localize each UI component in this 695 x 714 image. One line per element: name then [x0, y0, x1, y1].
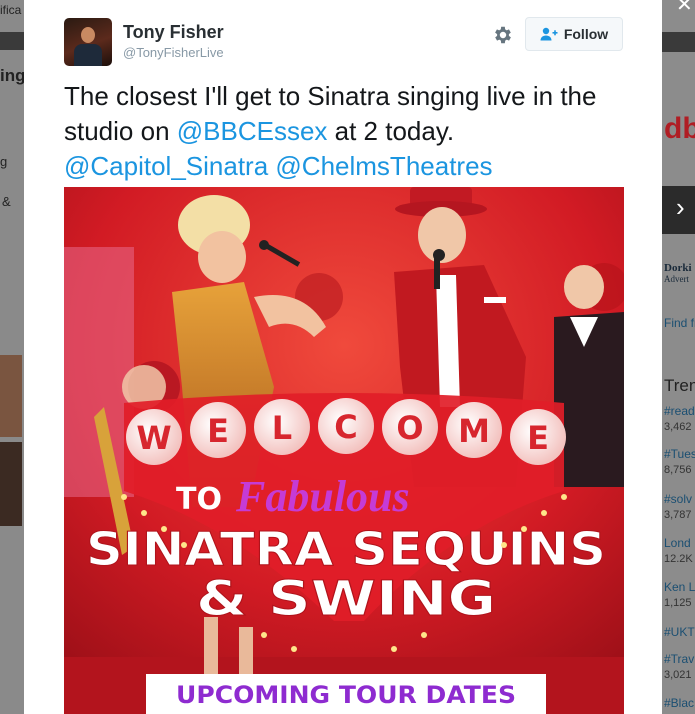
follow-label: Follow: [563, 26, 609, 42]
background-left-column: ifica ing g &: [0, 0, 24, 714]
bg-trend-count: 12.2K: [664, 553, 693, 565]
mention-link[interactable]: @ChelmsTheatres: [275, 151, 492, 181]
bg-trend-count: 3,462: [664, 421, 692, 433]
bg-promo-title: Dorki: [664, 262, 692, 274]
tweet-text: The closest I'll get to Sinatra singing …: [64, 79, 634, 184]
bg-thumbnail: [0, 442, 22, 526]
welcome-letter: W: [136, 419, 171, 457]
banner-upcoming-tour-dates: UPCOMING TOUR DATES: [176, 681, 516, 709]
bg-trend-tag: #solv: [664, 492, 693, 506]
sign-title-line2: & SWING: [196, 571, 496, 627]
mention-link[interactable]: @Capitol_Sinatra: [64, 151, 268, 181]
mention-link[interactable]: @BBCEssex: [177, 116, 328, 146]
sign-to: TO: [176, 482, 222, 517]
bg-trend-count: 8,756: [664, 464, 692, 476]
bg-image-strip: [0, 32, 24, 50]
avatar[interactable]: [64, 18, 112, 66]
bg-trend-tag: Ken L: [664, 580, 695, 594]
welcome-letter: O: [396, 409, 423, 447]
bg-trend-tag: Lond: [664, 536, 691, 550]
bg-trend-tag: #read: [664, 404, 695, 418]
bg-trend-count: 3,021: [664, 669, 692, 681]
welcome-letter: E: [207, 412, 229, 450]
welcome-letter: E: [527, 419, 549, 457]
close-icon[interactable]: ✕: [676, 0, 694, 15]
bg-find-link: Find fr: [664, 316, 695, 330]
tweet-text-segment: studio on: [64, 116, 177, 146]
welcome-letter: C: [334, 408, 357, 446]
poster-image: W E L C O M E TO Fabulous SINATRA SEQUIN…: [64, 187, 624, 714]
bg-trend-count: 1,125: [664, 597, 692, 609]
bg-trend-count: 3,787: [664, 509, 692, 521]
welcome-letter: M: [458, 412, 490, 450]
bg-brand-logo: db: [664, 112, 695, 145]
author-handle[interactable]: @TonyFisherLive: [123, 45, 224, 60]
bg-fragment: g: [0, 154, 8, 169]
tweet-modal: Tony Fisher @TonyFisherLive Follow The c…: [24, 0, 662, 714]
chevron-right-icon: ›: [676, 192, 685, 222]
sign-fabulous: Fabulous: [235, 472, 410, 521]
author-name[interactable]: Tony Fisher: [123, 22, 224, 43]
bg-fragment: ifica: [0, 3, 22, 17]
bg-trend-tag: #Trav: [664, 652, 695, 666]
bg-thumbnail: [0, 355, 22, 437]
background-right-column: db › Dorki Advert Find fr Tren #read 3,4…: [662, 0, 695, 714]
bg-promo-sub: Advert: [664, 274, 689, 284]
welcome-letter: L: [272, 409, 292, 447]
gear-icon[interactable]: [492, 24, 514, 46]
bg-trends-heading: Tren: [664, 376, 695, 395]
bg-image-strip: [662, 32, 695, 52]
bg-trend-tag: #Blac: [664, 696, 695, 710]
follow-button[interactable]: Follow: [525, 17, 623, 51]
tweet-text-line1: The closest I'll get to Sinatra singing …: [64, 81, 597, 111]
bg-promo-image: ›: [662, 186, 695, 234]
tweet-text-segment: at 2 today.: [327, 116, 455, 146]
add-user-icon: [540, 27, 558, 41]
bg-trend-tag: #UKT: [664, 625, 695, 639]
bg-trend-tag: #Tues: [664, 447, 695, 461]
tweet-photo[interactable]: W E L C O M E TO Fabulous SINATRA SEQUIN…: [64, 187, 624, 714]
bg-fragment: ing: [0, 66, 24, 85]
bg-fragment: &: [2, 194, 11, 209]
